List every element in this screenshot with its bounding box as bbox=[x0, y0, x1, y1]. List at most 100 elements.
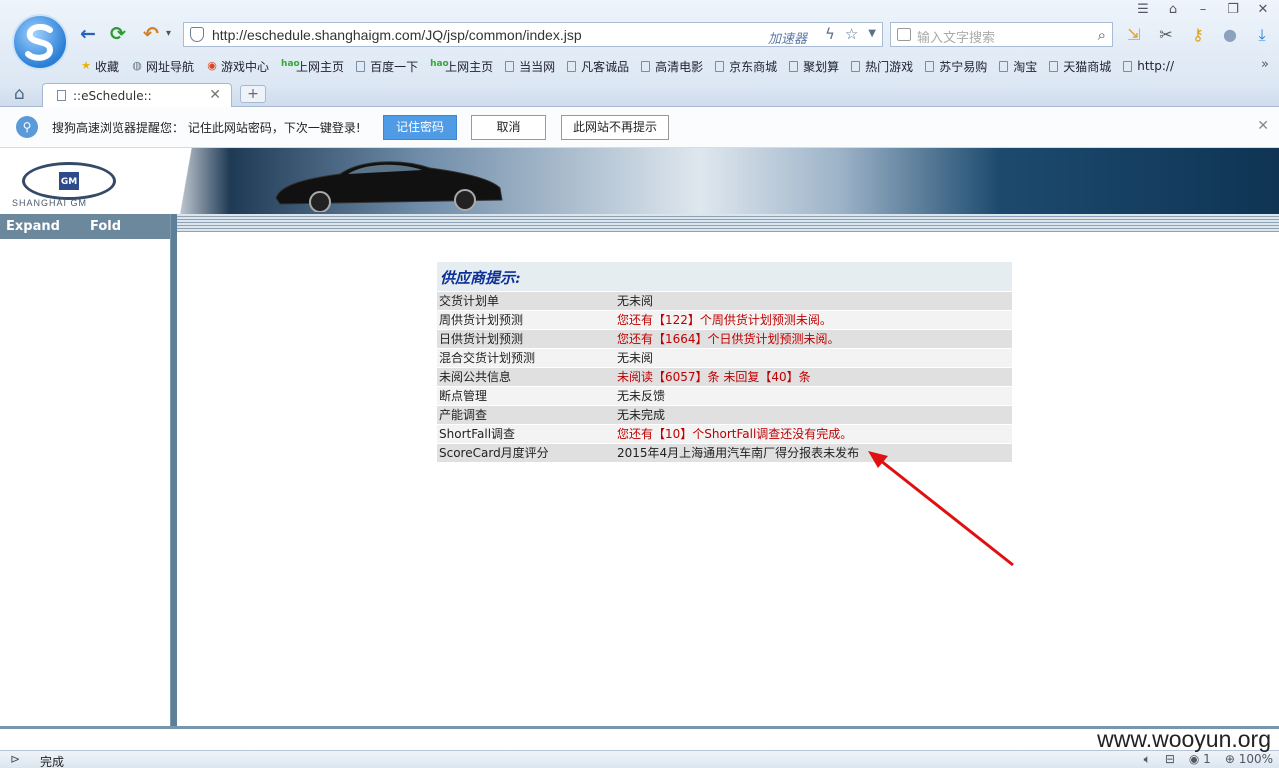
bookmark-item[interactable]: 凡客诚品 bbox=[567, 56, 629, 76]
more-bookmarks-icon[interactable]: » bbox=[1261, 57, 1269, 72]
bookmark-item[interactable]: 淘宝 bbox=[999, 56, 1037, 76]
bookmark-item[interactable]: 苏宁易购 bbox=[925, 56, 987, 76]
url-text[interactable]: http://eschedule.shanghaigm.com/JQ/jsp/c… bbox=[212, 27, 582, 43]
bookmark-item[interactable]: 聚划算 bbox=[789, 56, 839, 76]
notification-message: 搜狗高速浏览器提醒您： 记住此网站密码，下次一键登录! bbox=[52, 121, 361, 135]
bookmark-item[interactable]: ◉ 游戏中心 bbox=[206, 56, 269, 76]
menu-icon[interactable]: ☰ bbox=[1135, 2, 1151, 17]
bookmark-label: 当当网 bbox=[519, 59, 556, 74]
frame-bottom-border bbox=[0, 726, 1279, 729]
new-tab-button[interactable]: + bbox=[240, 85, 266, 103]
bookmark-item[interactable]: 热门游戏 bbox=[851, 56, 913, 76]
home-icon[interactable]: ⌂ bbox=[14, 84, 25, 104]
bookmark-item[interactable]: hao 上网主页 bbox=[430, 56, 493, 76]
share-icon[interactable]: ⇲ bbox=[1124, 25, 1144, 45]
refresh-icon[interactable]: ⟳ bbox=[110, 24, 126, 44]
back-icon[interactable]: ← bbox=[80, 24, 96, 44]
toolbar-icons: ⇲ ✂ ⚷ ● ⤓ bbox=[1124, 25, 1272, 45]
row-key[interactable]: 交货计划单 bbox=[437, 292, 617, 310]
row-value-alert[interactable]: 您还有【122】个周供货计划预测未阅。 bbox=[617, 311, 1012, 329]
bookmark-label: 天猫商城 bbox=[1063, 59, 1112, 74]
row-key[interactable]: 混合交货计划预测 bbox=[437, 349, 617, 367]
bookmark-item[interactable]: 高清电影 bbox=[641, 56, 703, 76]
remember-password-button[interactable]: 记住密码 bbox=[383, 115, 457, 140]
tab-title: ::eSchedule:: bbox=[73, 89, 152, 103]
password-notification-bar: ⚲ 搜狗高速浏览器提醒您： 记住此网站密码，下次一键登录! 记住密码 取消 此网… bbox=[0, 107, 1279, 148]
row-key[interactable]: 日供货计划预测 bbox=[437, 330, 617, 348]
network-icon[interactable]: ⊟ bbox=[1165, 752, 1175, 767]
row-value: 无未阅 bbox=[617, 351, 654, 365]
bookmark-item[interactable]: http:// bbox=[1123, 56, 1174, 76]
table-row: ShortFall调查 您还有【10】个ShortFall调查还没有完成。 bbox=[437, 424, 1012, 443]
skin-icon[interactable]: ⌂ bbox=[1165, 2, 1181, 17]
bookmark-label: 苏宁易购 bbox=[939, 59, 988, 74]
tab-bar: ⌂ ::eSchedule:: ✕ + bbox=[0, 81, 1279, 108]
row-key[interactable]: 未阅公共信息 bbox=[437, 368, 617, 386]
bookmark-item[interactable]: ◍ 网址导航 bbox=[131, 56, 194, 76]
row-value-alert[interactable]: 您还有【1664】个日供货计划预测未阅。 bbox=[617, 330, 1012, 348]
bookmark-item[interactable]: 百度一下 bbox=[356, 56, 418, 76]
bookmark-label: 热门游戏 bbox=[865, 59, 914, 74]
zoom-control[interactable]: ⊕ 100% bbox=[1225, 752, 1273, 767]
never-remind-button[interactable]: 此网站不再提示 bbox=[561, 115, 669, 140]
bookmark-item[interactable]: ★ 收藏 bbox=[80, 56, 119, 76]
lightning-icon[interactable]: ϟ bbox=[825, 25, 835, 43]
address-dropdown-icon[interactable]: ▼ bbox=[868, 25, 876, 43]
header-banner: GM SHANGHAI GM bbox=[0, 148, 1279, 214]
search-input[interactable]: 输入文字搜索 bbox=[917, 27, 995, 46]
bookmark-label: 上网主页 bbox=[296, 59, 345, 74]
frame-splitter[interactable] bbox=[171, 214, 177, 728]
bookmark-item[interactable]: hao 上网主页 bbox=[281, 56, 344, 76]
bookmark-label: 高清电影 bbox=[655, 59, 704, 74]
fold-link[interactable]: Fold bbox=[90, 219, 121, 234]
close-window-icon[interactable]: ✕ bbox=[1255, 2, 1271, 17]
status-text: 完成 bbox=[40, 755, 65, 768]
restore-icon[interactable]: ❐ bbox=[1225, 2, 1241, 17]
row-value: 无未反馈 bbox=[617, 389, 666, 403]
more-icon[interactable]: ● bbox=[1220, 25, 1240, 45]
bookmark-label: 网址导航 bbox=[146, 59, 195, 74]
bookmark-item[interactable]: 天猫商城 bbox=[1049, 56, 1111, 76]
download-icon[interactable]: ⤓ bbox=[1252, 25, 1272, 45]
close-notification-icon[interactable]: ✕ bbox=[1257, 118, 1269, 134]
row-key[interactable]: ShortFall调查 bbox=[437, 425, 617, 443]
search-box[interactable]: 输入文字搜索 ⌕ bbox=[890, 22, 1113, 47]
row-value-alert[interactable]: 您还有【10】个ShortFall调查还没有完成。 bbox=[617, 425, 1012, 443]
row-key[interactable]: ScoreCard月度评分 bbox=[437, 444, 617, 462]
panel-title: 供应商提示: bbox=[437, 262, 1012, 291]
bookmark-label: 淘宝 bbox=[1013, 59, 1038, 74]
sogou-logo-icon[interactable] bbox=[12, 14, 68, 70]
row-key[interactable]: 周供货计划预测 bbox=[437, 311, 617, 329]
row-value-alert[interactable]: 未阅读【6057】条 未回复【40】条 bbox=[617, 368, 1012, 386]
row-key[interactable]: 产能调查 bbox=[437, 406, 617, 424]
cancel-button[interactable]: 取消 bbox=[471, 115, 546, 140]
key-icon[interactable]: ⚷ bbox=[1188, 25, 1208, 45]
volume-icon[interactable]: 🔈︎ bbox=[1144, 752, 1151, 767]
accelerator-button[interactable]: 加速器 bbox=[768, 28, 807, 47]
supplier-notice-panel: 供应商提示: 交货计划单 无未阅 周供货计划预测 您还有【122】个周供货计划预… bbox=[437, 262, 1012, 462]
sidebar-header: Expand Fold bbox=[0, 214, 170, 239]
download-count-icon[interactable]: ◉ 1 bbox=[1189, 752, 1211, 767]
undo-close-icon[interactable]: ↶ bbox=[143, 24, 159, 44]
table-row: 断点管理 无未反馈 bbox=[437, 386, 1012, 405]
tab-eschedule[interactable]: ::eSchedule:: ✕ bbox=[42, 83, 232, 108]
minimize-icon[interactable]: – bbox=[1195, 2, 1211, 17]
brand-name: SHANGHAI GM bbox=[12, 198, 88, 208]
row-key[interactable]: 断点管理 bbox=[437, 387, 617, 405]
table-row: 产能调查 无未完成 bbox=[437, 405, 1012, 424]
bookmark-item[interactable]: 当当网 bbox=[505, 56, 555, 76]
bookmark-label: 凡客诚品 bbox=[581, 59, 630, 74]
favorite-star-icon[interactable]: ☆ bbox=[845, 25, 858, 43]
bookmark-item[interactable]: 京东商城 bbox=[715, 56, 777, 76]
search-engine-icon[interactable] bbox=[897, 28, 911, 41]
screenshot-scissors-icon[interactable]: ✂ bbox=[1156, 25, 1176, 45]
annotation-arrow-icon bbox=[868, 451, 1014, 567]
address-bar[interactable]: http://eschedule.shanghaigm.com/JQ/jsp/c… bbox=[183, 22, 883, 47]
chevron-down-icon[interactable]: ▾ bbox=[166, 24, 171, 44]
sidebar-toggle-icon[interactable]: ⊳ bbox=[10, 752, 20, 766]
table-row: 未阅公共信息 未阅读【6057】条 未回复【40】条 bbox=[437, 367, 1012, 386]
close-tab-icon[interactable]: ✕ bbox=[209, 87, 221, 103]
search-icon[interactable]: ⌕ bbox=[1098, 26, 1106, 44]
left-sidebar: Expand Fold bbox=[0, 214, 171, 726]
expand-link[interactable]: Expand bbox=[6, 219, 60, 234]
